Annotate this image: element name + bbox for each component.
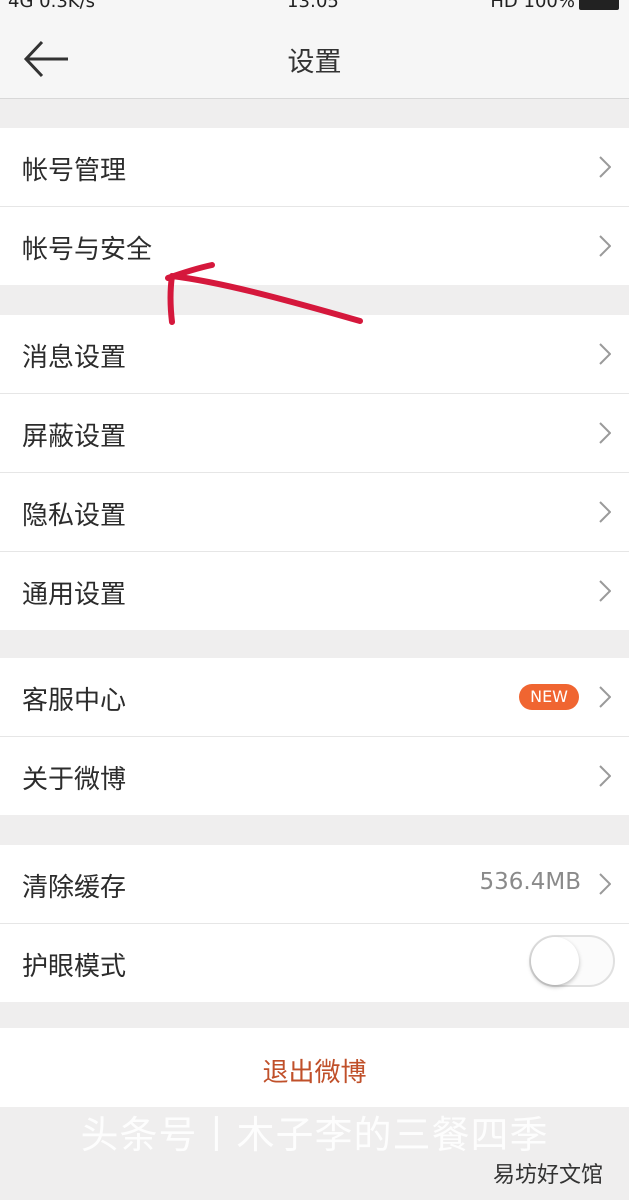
settings-group: 消息设置 屏蔽设置 隐私设置 通用设置 [0, 315, 629, 630]
chevron-right-icon [599, 156, 611, 178]
menu-item-label: 屏蔽设置 [22, 422, 127, 452]
misc-group: 清除缓存 536.4MB 护眼模式 [0, 845, 629, 1002]
menu-item-block-settings[interactable]: 屏蔽设置 [0, 394, 629, 473]
chevron-right-icon [599, 235, 611, 257]
menu-item-privacy-settings[interactable]: 隐私设置 [0, 473, 629, 552]
hd-label: HD [490, 0, 518, 12]
chevron-right-icon [599, 343, 611, 365]
menu-item-label: 通用设置 [22, 580, 127, 610]
battery-label: 100% [523, 0, 575, 12]
battery-icon [579, 0, 619, 10]
watermark-text: 头条号丨木子李的三餐四季 [80, 1113, 549, 1157]
new-badge: NEW [519, 684, 579, 710]
clock: 13:05 [287, 0, 339, 12]
chevron-right-icon [599, 501, 611, 523]
support-group: 客服中心 NEW 关于微博 [0, 658, 629, 815]
menu-item-support-center[interactable]: 客服中心 NEW [0, 658, 629, 737]
eye-mode-toggle[interactable] [529, 935, 615, 987]
menu-item-label: 帐号管理 [22, 156, 127, 186]
menu-item-general-settings[interactable]: 通用设置 [0, 552, 629, 630]
menu-item-label: 隐私设置 [22, 501, 127, 531]
chevron-right-icon [599, 873, 611, 895]
status-bar: 4G 0.3K/s 13:05 HD 100% [0, 0, 629, 16]
menu-item-clear-cache[interactable]: 清除缓存 536.4MB [0, 845, 629, 924]
menu-item-label: 护眼模式 [22, 952, 127, 982]
account-group: 帐号管理 帐号与安全 [0, 128, 629, 285]
chevron-right-icon [599, 686, 611, 708]
menu-item-label: 客服中心 [22, 686, 127, 716]
network-label: 4G [8, 0, 34, 12]
menu-item-label: 清除缓存 [22, 873, 127, 903]
cache-size-value: 536.4MB [479, 869, 581, 895]
menu-item-account-security[interactable]: 帐号与安全 [0, 207, 629, 285]
nav-bar: 设置 [0, 16, 629, 99]
chevron-right-icon [599, 422, 611, 444]
chevron-right-icon [599, 765, 611, 787]
menu-item-account-manage[interactable]: 帐号管理 [0, 128, 629, 207]
menu-item-label: 关于微博 [22, 765, 127, 795]
menu-item-message-settings[interactable]: 消息设置 [0, 315, 629, 394]
chevron-right-icon [599, 580, 611, 602]
logout-label: 退出微博 [262, 1058, 367, 1088]
page-title: 设置 [287, 47, 342, 78]
menu-item-label: 消息设置 [22, 343, 127, 373]
logout-button[interactable]: 退出微博 [0, 1028, 629, 1107]
menu-item-label: 帐号与安全 [22, 235, 153, 265]
speed-label: 0.3K/s [39, 0, 96, 12]
menu-item-about-weibo[interactable]: 关于微博 [0, 737, 629, 815]
toggle-knob [531, 937, 579, 985]
menu-item-eye-mode: 护眼模式 [0, 924, 629, 1002]
site-watermark: 易坊好文馆 [492, 1163, 603, 1188]
